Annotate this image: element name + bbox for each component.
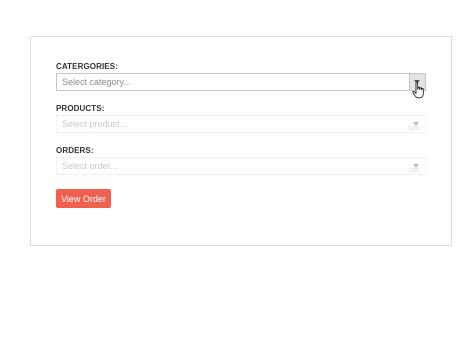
products-label: PRODUCTS: xyxy=(56,104,105,113)
categories-dropdown[interactable]: Select category... xyxy=(56,73,426,91)
products-ghost-text: 1000 xyxy=(408,126,420,132)
hand-pointer-icon xyxy=(412,81,424,99)
products-placeholder: Select product... xyxy=(62,119,128,129)
view-order-button[interactable]: View Order xyxy=(56,189,111,208)
categories-label: CATERGORIES: xyxy=(56,62,118,71)
order-form-panel: CATERGORIES: Select category... PRODUCTS… xyxy=(30,36,452,246)
orders-dropdown: Select order... xyxy=(56,157,426,175)
orders-ghost-text: 1000 xyxy=(408,168,420,174)
orders-label: ORDERS: xyxy=(56,146,94,155)
products-dropdown: Select product... xyxy=(56,115,426,133)
categories-placeholder: Select category... xyxy=(62,77,131,87)
orders-placeholder: Select order... xyxy=(62,161,118,171)
